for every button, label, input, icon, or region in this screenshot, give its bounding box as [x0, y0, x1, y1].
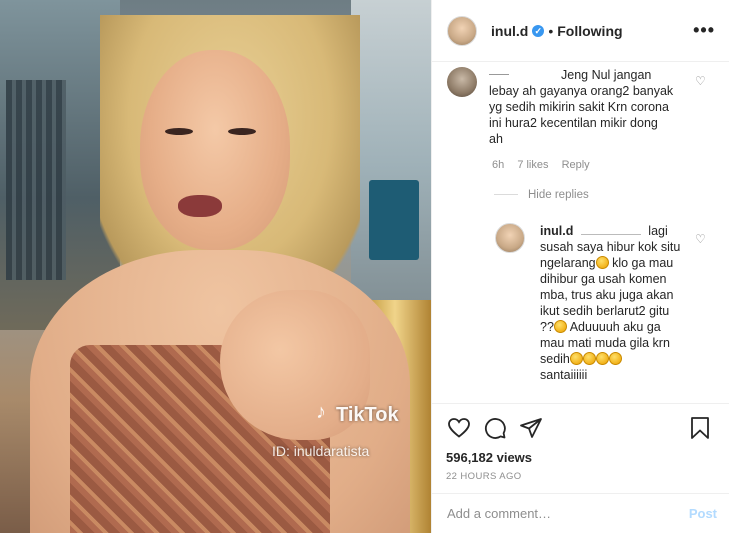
comment-like-heart-icon[interactable]: ♡ [695, 73, 706, 89]
laughing-emoji-icon [595, 256, 609, 269]
reply-text: inul.d lagi susah saya hibur kok situ ng… [540, 223, 700, 383]
reply-avatar[interactable] [495, 223, 525, 253]
reply-line: santaiiiiii [540, 368, 588, 382]
post-actions: 596,182 views 22 HOURS AGO [432, 403, 729, 482]
reply-line: sedih [540, 352, 570, 366]
reply-line: Aduuuuh aku ga [569, 320, 661, 334]
reply-line: mau mati muda gila krn [540, 336, 670, 350]
add-comment-bar: Add a comment… Post [432, 493, 729, 533]
comment-time: 6h [492, 159, 505, 171]
laughing-emoji-icon [582, 352, 596, 365]
background-clothes-rack [6, 80, 66, 280]
reply-line: mba, trus aku juga akan [540, 288, 674, 302]
laughing-emoji-icon [553, 320, 567, 333]
share-icon[interactable] [518, 415, 544, 441]
post-side-panel: inul.d ✓ • Following ••• Jeng Nul jangan… [431, 0, 729, 533]
verified-badge-icon: ✓ [532, 24, 545, 37]
avatar[interactable] [447, 15, 477, 46]
action-icons [446, 414, 713, 442]
laughing-emoji-icon [608, 352, 622, 365]
person-face [140, 50, 290, 250]
views-count[interactable]: 596,182 views [446, 450, 713, 465]
comment-line: ini hura2 kecentilan mikir dong [489, 116, 658, 130]
tiktok-user-id: ID: inuldaratista [272, 443, 370, 459]
reply-line: lagi [648, 224, 668, 238]
following-button[interactable]: Following [557, 23, 622, 39]
post-timestamp[interactable]: 22 HOURS AGO [446, 471, 713, 482]
reply-line: ngelarang [540, 256, 596, 270]
comment-input[interactable]: Add a comment… [447, 506, 551, 521]
username-link[interactable]: inul.d [491, 23, 528, 39]
reply-line: ikut sedih berlarut2 gitu [540, 304, 670, 318]
person-eye-right [228, 128, 256, 135]
comment-line: yg sedih mikirin sakit Krn corona [489, 100, 669, 114]
separator-dot: • [548, 22, 554, 39]
comment-line: Jeng Nul jangan [561, 68, 652, 82]
laughing-emoji-icon [569, 352, 583, 365]
comment-text: Jeng Nul jangan lebay ah gayanya orang2 … [447, 67, 677, 147]
heart-icon[interactable] [446, 415, 472, 441]
post-video[interactable]: ♪ TikTok ID: inuldaratista [0, 0, 431, 533]
tiktok-watermark: TikTok [336, 404, 399, 426]
background-box [369, 180, 419, 260]
background-shelf [351, 0, 431, 330]
hide-replies-button[interactable]: Hide replies [528, 189, 589, 201]
comment-line: lebay ah gayanya orang2 banyak [489, 84, 674, 98]
reply-line: susah saya hibur kok situ [540, 240, 681, 254]
more-horizontal-icon[interactable]: ••• [693, 20, 715, 41]
person-mouth [178, 195, 222, 217]
laughing-emoji-icon [595, 352, 609, 365]
comments-list[interactable]: Jeng Nul jangan lebay ah gayanya orang2 … [432, 63, 729, 403]
comment-reply-button[interactable]: Reply [562, 159, 590, 171]
comment-meta: 6h 7 likes Reply [492, 159, 600, 171]
redacted-mention[interactable] [580, 234, 641, 235]
reply-like-heart-icon[interactable]: ♡ [695, 231, 706, 247]
reply-line: klo ga mau [612, 256, 674, 270]
comment-line: ah [489, 132, 503, 146]
comment-likes[interactable]: 7 likes [517, 159, 548, 171]
reply-username[interactable]: inul.d [540, 224, 573, 238]
reply-line: dihibur ga usah komen [540, 272, 667, 286]
person-eye-left [165, 128, 193, 135]
comment-icon[interactable] [482, 415, 508, 441]
tiktok-logo-icon: ♪ [316, 401, 326, 423]
post-header: inul.d ✓ • Following ••• [432, 0, 729, 62]
reply-line: ?? [540, 320, 554, 334]
post-comment-button[interactable]: Post [689, 506, 717, 521]
bookmark-icon[interactable] [687, 415, 713, 441]
